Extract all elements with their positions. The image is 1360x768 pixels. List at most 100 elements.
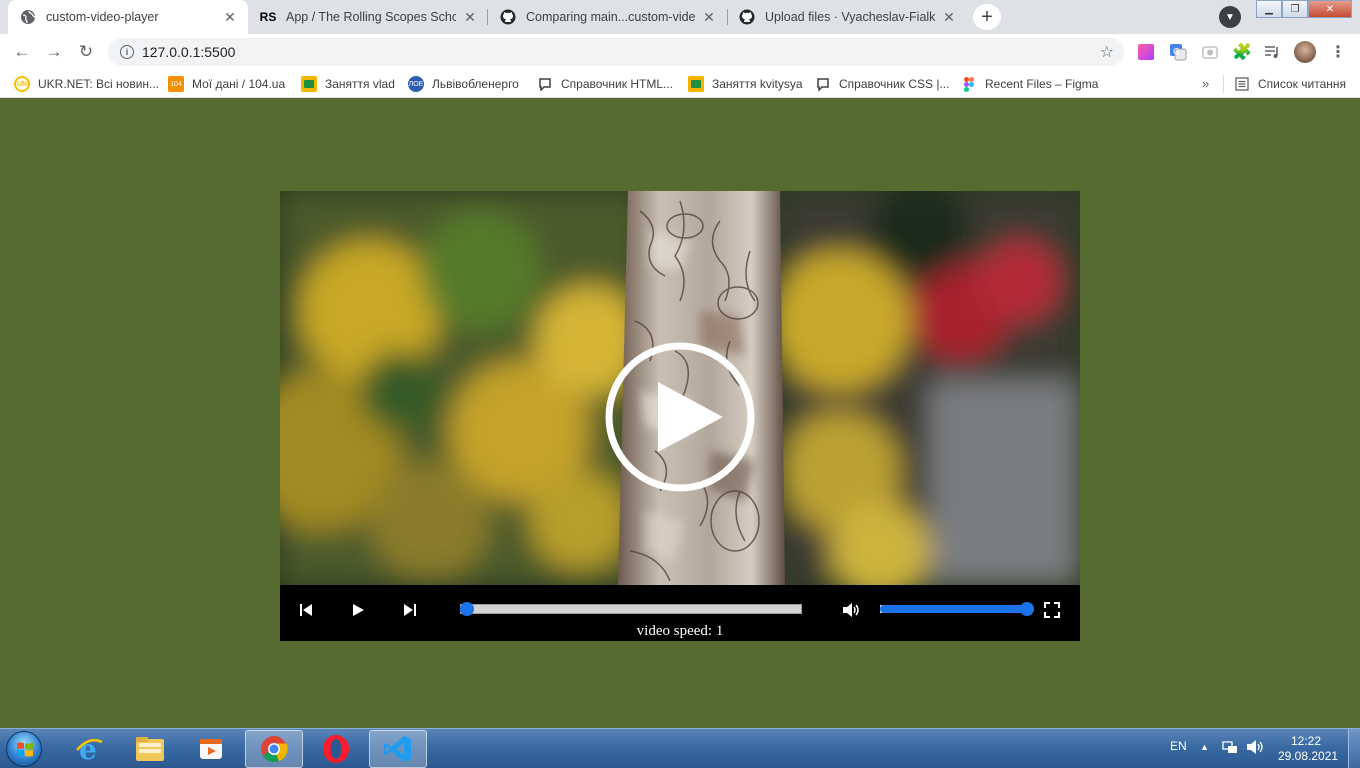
- reading-list-button[interactable]: Список читання: [1234, 76, 1346, 92]
- site-info-icon[interactable]: i: [120, 45, 134, 59]
- tab-label: custom-video-player: [46, 10, 159, 24]
- tab-label: Comparing main...custom-video-: [526, 10, 695, 24]
- svg-text:e: e: [79, 734, 97, 764]
- windows-logo-icon: [17, 742, 33, 757]
- browser-toolbar: ← → ↻ i 127.0.0.1:5500 ☆ G 🧩 ⋮: [0, 34, 1360, 70]
- bookmark-classroom-vlad[interactable]: Заняття vlad: [301, 76, 395, 92]
- network-icon[interactable]: [1222, 739, 1238, 758]
- minimize-icon[interactable]: ▁: [1256, 0, 1282, 18]
- reading-list-label: Список читання: [1258, 77, 1347, 91]
- volume-slider[interactable]: [880, 602, 1034, 616]
- speaker-icon[interactable]: [1246, 739, 1264, 758]
- fullscreen-button[interactable]: [1040, 598, 1064, 622]
- maximize-icon[interactable]: ❐: [1282, 0, 1308, 18]
- bookmark-label: Заняття kvitysya: [712, 77, 803, 91]
- tab-custom-video-player[interactable]: custom-video-player ✕: [8, 0, 248, 34]
- profile-avatar[interactable]: [1294, 41, 1316, 63]
- url-text[interactable]: 127.0.0.1:5500: [142, 44, 235, 60]
- video-speed-label: video speed: 1: [636, 623, 724, 639]
- rs-icon: RS: [259, 10, 277, 24]
- chrome-icon[interactable]: [245, 730, 303, 768]
- play-button[interactable]: [346, 598, 370, 622]
- start-button[interactable]: [6, 731, 42, 767]
- bookmark-label: Справочник HTML...: [561, 77, 673, 91]
- ie-icon[interactable]: e: [60, 730, 118, 768]
- bookmark-label: Справочник CSS |...: [839, 77, 950, 91]
- bookmark-label: UKR.NET: Всі новин...: [38, 77, 160, 91]
- bookmark-html-reference[interactable]: Справочник HTML...: [537, 76, 673, 92]
- bookmarks-bar: UN UKR.NET: Всі новин... 104 Мої дані / …: [0, 70, 1360, 98]
- bookmark-ukrnet[interactable]: UN UKR.NET: Всі новин...: [14, 76, 159, 92]
- tab-search-icon[interactable]: ▼: [1219, 6, 1241, 28]
- video-display[interactable]: [280, 191, 1080, 585]
- svg-text:G: G: [1173, 47, 1179, 56]
- volume-thumb[interactable]: [1020, 602, 1034, 616]
- 104ua-icon: 104: [168, 76, 184, 92]
- tray-expand-icon[interactable]: ▲: [1200, 742, 1209, 752]
- translate-icon[interactable]: G: [1168, 42, 1188, 62]
- new-tab-button[interactable]: +: [973, 4, 1001, 30]
- skip-next-icon: [404, 604, 416, 616]
- skip-next-button[interactable]: [398, 598, 422, 622]
- explorer-icon[interactable]: [121, 730, 179, 768]
- tab-label: App / The Rolling Scopes School: [286, 10, 456, 24]
- chat-icon: [815, 76, 831, 92]
- chat-icon: [537, 76, 553, 92]
- tab-label: Upload files · Vyacheslav-Fialko/s: [765, 10, 935, 24]
- progress-slider[interactable]: [459, 602, 802, 616]
- close-tab-icon[interactable]: ✕: [941, 9, 957, 25]
- tab-upload-files[interactable]: Upload files · Vyacheslav-Fialko/s ✕: [727, 0, 967, 34]
- opera-icon[interactable]: [307, 730, 365, 768]
- extensions-puzzle-icon[interactable]: 🧩: [1232, 42, 1252, 62]
- language-indicator[interactable]: EN: [1170, 739, 1187, 753]
- screenshot-extension-icon[interactable]: [1200, 42, 1220, 62]
- show-desktop-button[interactable]: [1348, 729, 1360, 768]
- big-play-button[interactable]: [605, 342, 755, 492]
- bookmark-star-icon[interactable]: ☆: [1100, 42, 1114, 62]
- more-bookmarks-button[interactable]: »: [1202, 76, 1209, 91]
- bookmark-css-reference[interactable]: Справочник CSS |...: [815, 76, 949, 92]
- video-player: video speed: 1: [280, 191, 1080, 641]
- bookmark-label: Recent Files – Figma: [985, 77, 1099, 91]
- bookmark-loe[interactable]: ЛОЕ Львівобленерго: [408, 76, 519, 92]
- github-icon: [739, 9, 755, 25]
- close-tab-icon[interactable]: ✕: [701, 9, 717, 25]
- clock-time: 12:22: [1290, 734, 1322, 748]
- media-player-icon[interactable]: [182, 730, 240, 768]
- tab-rolling-scopes[interactable]: RS App / The Rolling Scopes School ✕: [248, 0, 488, 34]
- system-clock[interactable]: 12:22 29.08.2021: [1278, 734, 1339, 764]
- figma-icon: [961, 76, 977, 92]
- ukrnet-icon: UN: [14, 76, 30, 92]
- windows-taskbar: e EN ▲ 12:22 29.08.2021: [0, 728, 1360, 768]
- bookmark-104ua[interactable]: 104 Мої дані / 104.ua: [168, 76, 285, 92]
- bookmark-figma[interactable]: Recent Files – Figma: [961, 76, 1098, 92]
- bookmark-label: Заняття vlad: [325, 77, 395, 91]
- window-controls: ▁ ❐ ✕: [1256, 0, 1352, 18]
- volume-button[interactable]: [839, 598, 863, 622]
- close-tab-icon[interactable]: ✕: [222, 9, 238, 25]
- player-controls: video speed: 1: [280, 585, 1080, 641]
- extension-gradient-icon[interactable]: [1136, 42, 1156, 62]
- classroom-icon: [301, 76, 317, 92]
- address-bar[interactable]: i 127.0.0.1:5500 ☆: [108, 38, 1124, 66]
- page-content: video speed: 1: [0, 98, 1360, 728]
- close-tab-icon[interactable]: ✕: [462, 9, 478, 25]
- bookmarks-divider: [1223, 75, 1224, 93]
- reload-icon[interactable]: ↻: [74, 40, 98, 64]
- menu-dots-icon[interactable]: ⋮: [1328, 42, 1348, 62]
- back-icon[interactable]: ←: [10, 40, 34, 64]
- classroom-icon: [688, 76, 704, 92]
- close-window-icon[interactable]: ✕: [1308, 0, 1352, 18]
- play-circle-icon: [605, 342, 755, 492]
- forward-icon[interactable]: →: [42, 40, 66, 64]
- bookmark-classroom-kvitysya[interactable]: Заняття kvitysya: [688, 76, 803, 92]
- loe-icon: ЛОЕ: [408, 76, 424, 92]
- media-queue-icon[interactable]: [1262, 42, 1282, 62]
- progress-thumb[interactable]: [459, 602, 474, 616]
- skip-previous-button[interactable]: [294, 598, 318, 622]
- tab-comparing-main[interactable]: Comparing main...custom-video- ✕: [488, 0, 727, 34]
- fullscreen-icon: [1044, 602, 1060, 618]
- bookmark-label: Львівобленерго: [432, 77, 519, 91]
- clock-date: 29.08.2021: [1278, 749, 1339, 763]
- vscode-icon[interactable]: [369, 730, 427, 768]
